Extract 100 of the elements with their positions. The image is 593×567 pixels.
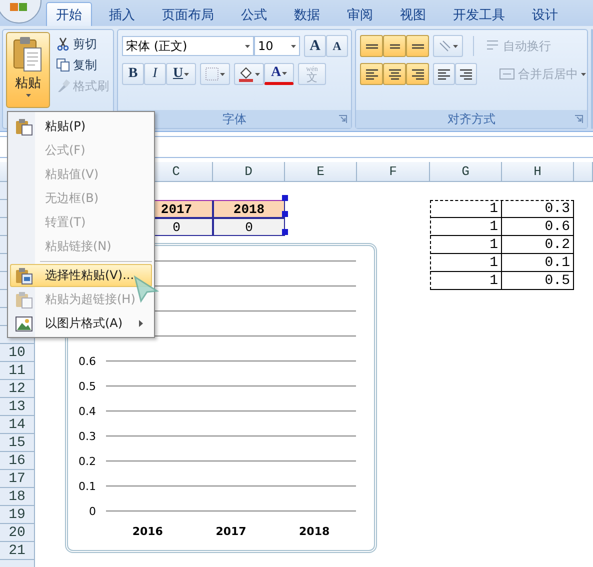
table-cell: 1 xyxy=(430,200,502,218)
font-name-field[interactable]: 宋体 (正文) xyxy=(122,36,254,56)
row-header[interactable]: 13 xyxy=(0,398,35,416)
column-header[interactable]: E xyxy=(285,162,357,182)
row-header[interactable]: 16 xyxy=(0,452,35,470)
decrease-indent-button[interactable] xyxy=(433,63,455,85)
ribbon-tab[interactable]: 开始 xyxy=(46,2,92,26)
resize-handle[interactable] xyxy=(282,229,288,235)
align-button[interactable] xyxy=(406,63,429,85)
caret-icon xyxy=(220,72,225,76)
caret-icon xyxy=(453,44,458,48)
border-icon xyxy=(205,67,219,81)
clipboard-icon xyxy=(15,266,33,284)
ribbon-tab[interactable]: 开发工具 xyxy=(443,2,515,26)
bold-button[interactable]: B xyxy=(122,63,144,85)
axis-label: 0.3 xyxy=(78,430,96,443)
caret-icon xyxy=(581,72,586,76)
column-header[interactable]: H xyxy=(502,162,574,182)
underline-button[interactable]: U xyxy=(166,63,196,85)
axis-label: 0.2 xyxy=(78,455,96,468)
brush-icon xyxy=(56,79,70,93)
resize-handle[interactable] xyxy=(282,211,288,217)
clipboard-icon xyxy=(15,118,33,136)
ribbon-tab[interactable]: 页面布局 xyxy=(152,2,224,26)
caret-icon xyxy=(291,44,296,48)
clipboard-action[interactable]: 剪切 xyxy=(54,34,111,54)
table-cell: 0.6 xyxy=(502,218,574,236)
table-cell: 2018 xyxy=(213,200,285,218)
row-header[interactable]: 14 xyxy=(0,416,35,434)
clipboard-icon xyxy=(13,36,43,72)
dialog-launcher-icon[interactable] xyxy=(339,115,347,123)
table-cell: 0 xyxy=(213,218,285,236)
row-header[interactable]: 19 xyxy=(0,506,35,524)
shrink-font-button[interactable]: A xyxy=(326,35,348,57)
row-header[interactable]: 20 xyxy=(0,524,35,542)
paste-button[interactable]: 粘贴 xyxy=(6,32,50,108)
row-header[interactable]: 11 xyxy=(0,362,35,380)
align-icon xyxy=(388,44,400,48)
ribbon-tab[interactable]: 数据 xyxy=(284,2,330,26)
align-button[interactable] xyxy=(360,35,383,57)
row-header[interactable]: 18 xyxy=(0,488,35,506)
italic-button[interactable]: I xyxy=(144,63,166,85)
ribbon-tab[interactable]: 公式 xyxy=(231,2,277,26)
table-cell: 0.5 xyxy=(502,272,574,290)
menu-item[interactable]: 粘贴(P) xyxy=(10,115,152,138)
clipboard-action[interactable]: 复制 xyxy=(54,55,111,75)
caret-icon xyxy=(282,72,288,74)
align-button[interactable] xyxy=(360,63,383,85)
column-header[interactable]: G xyxy=(430,162,502,182)
paint-bucket-icon xyxy=(238,66,254,82)
align-icon xyxy=(366,44,378,48)
table-cell: 1 xyxy=(430,272,502,290)
axis-label: 0 xyxy=(89,505,96,518)
font-size-field[interactable]: 10 xyxy=(254,36,300,56)
align-button[interactable] xyxy=(406,35,429,57)
ribbon-tab[interactable]: 视图 xyxy=(390,2,436,26)
axis-label: 2016 xyxy=(132,525,163,538)
align-icon xyxy=(366,68,378,80)
axis-label: 0.5 xyxy=(78,380,96,393)
submenu-arrow-icon xyxy=(139,320,143,327)
angled-text-icon xyxy=(438,39,452,53)
column-header[interactable]: D xyxy=(213,162,285,182)
copy-icon xyxy=(56,58,70,72)
fill-color-button[interactable] xyxy=(234,63,264,85)
row-header[interactable]: 12 xyxy=(0,380,35,398)
column-header[interactable]: F xyxy=(357,162,430,182)
ribbon-tab[interactable]: 插入 xyxy=(99,2,145,26)
row-header[interactable]: 21 xyxy=(0,542,35,560)
table-cell: 1 xyxy=(430,236,502,254)
caret-icon xyxy=(245,44,250,48)
align-icon xyxy=(460,68,472,80)
caret-icon xyxy=(26,94,30,97)
ribbon-tab[interactable]: 设计 xyxy=(522,2,568,26)
merge-cells-icon xyxy=(499,67,515,81)
table-cell: 0.2 xyxy=(502,236,574,254)
align-button[interactable] xyxy=(383,63,406,85)
axis-label: 0.1 xyxy=(78,480,96,493)
align-icon xyxy=(388,68,400,80)
menu-item[interactable]: 选择性粘贴(V)... xyxy=(10,264,152,287)
table-cell: 1 xyxy=(430,254,502,272)
axis-label: 0.4 xyxy=(78,405,96,418)
table-cell: 0.3 xyxy=(502,200,574,218)
axis-label: 2017 xyxy=(216,525,246,538)
clipboard-link-icon xyxy=(15,290,33,308)
align-icon xyxy=(412,68,424,80)
table-cell: 1 xyxy=(430,218,502,236)
column-header[interactable] xyxy=(574,162,593,182)
grow-font-button[interactable]: A xyxy=(304,35,326,57)
group-label: 字体 xyxy=(222,110,246,128)
increase-indent-button[interactable] xyxy=(455,63,477,85)
row-header[interactable]: 15 xyxy=(0,434,35,452)
font-color-button[interactable]: A xyxy=(264,63,294,85)
row-header[interactable]: 10 xyxy=(0,344,35,362)
row-header[interactable]: 17 xyxy=(0,470,35,488)
align-button[interactable] xyxy=(383,35,406,57)
dialog-launcher-icon[interactable] xyxy=(575,115,583,123)
ribbon-tab[interactable]: 审阅 xyxy=(337,2,383,26)
resize-handle[interactable] xyxy=(282,195,288,201)
group-label: 对齐方式 xyxy=(448,110,496,128)
align-icon xyxy=(412,44,424,48)
